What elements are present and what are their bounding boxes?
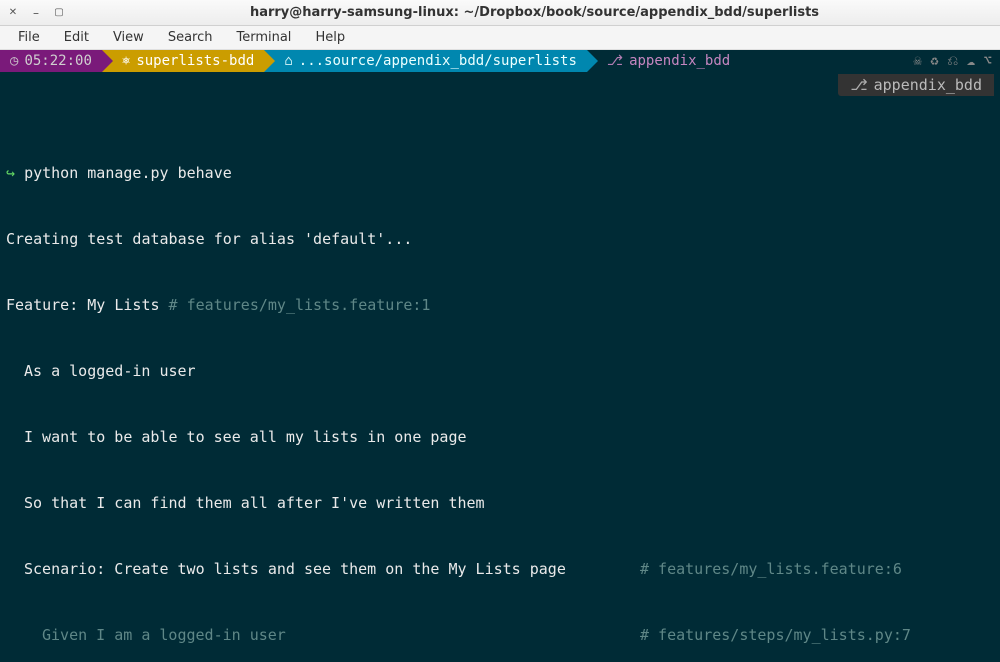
powerline-status-icons: ☠ ♻ ⎌ ☁ ⌥ <box>893 50 1000 72</box>
branch-name: appendix_bdd <box>629 53 730 69</box>
menu-view[interactable]: View <box>101 28 156 47</box>
given-pending-comment: # features/steps/my_lists.py:7 <box>640 624 911 646</box>
command-line: python manage.py behave <box>24 164 232 182</box>
env-name: superlists-bdd <box>136 53 254 69</box>
terminal-output[interactable]: ⎇ appendix_bdd ↪ python manage.py behave… <box>0 72 1000 662</box>
creating-db-line: Creating test database for alias 'defaul… <box>6 228 994 250</box>
window-titlebar: ✕ – ▢ harry@harry-samsung-linux: ~/Dropb… <box>0 0 1000 26</box>
feature-desc-2: I want to be able to see all my lists in… <box>6 426 467 448</box>
window-title: harry@harry-samsung-linux: ~/Dropbox/boo… <box>75 5 994 20</box>
powerline-time: ◷ 05:22:00 <box>0 50 102 72</box>
path-value: ...source/appendix_bdd/superlists <box>299 53 577 69</box>
scenario-header: Scenario: Create two lists and see them … <box>6 558 566 580</box>
env-icon: ⎈ <box>122 53 130 69</box>
feature-header: Feature: My Lists <box>6 296 160 314</box>
prompt-icon: ↪ <box>6 164 15 182</box>
maximize-icon[interactable]: ▢ <box>52 6 66 20</box>
clock-icon: ◷ <box>10 53 18 69</box>
powerline-spacer <box>740 50 893 72</box>
powerline-path: ⌂ ...source/appendix_bdd/superlists <box>264 50 587 72</box>
powerline-branch: ⎇ appendix_bdd <box>587 50 740 72</box>
close-icon[interactable]: ✕ <box>6 6 20 20</box>
branch-icon: ⎇ <box>607 53 623 69</box>
feature-desc-3: So that I can find them all after I've w… <box>6 492 485 514</box>
branch-icon: ⎇ <box>850 74 867 96</box>
menu-search[interactable]: Search <box>156 28 225 47</box>
powerline-bar: ◷ 05:22:00 ⎈ superlists-bdd ⌂ ...source/… <box>0 50 1000 72</box>
feature-desc-1: As a logged-in user <box>6 360 196 382</box>
minimize-icon[interactable]: – <box>29 6 43 20</box>
menu-edit[interactable]: Edit <box>52 28 101 47</box>
time-value: 05:22:00 <box>24 53 91 69</box>
menu-terminal[interactable]: Terminal <box>224 28 303 47</box>
menu-file[interactable]: File <box>6 28 52 47</box>
home-icon: ⌂ <box>284 53 292 69</box>
status-branch-label: appendix_bdd <box>874 74 982 96</box>
powerline-virtualenv: ⎈ superlists-bdd <box>102 50 264 72</box>
scenario-comment: # features/my_lists.feature:6 <box>640 558 902 580</box>
terminal-status-right: ⎇ appendix_bdd <box>838 74 994 96</box>
given-pending: Given I am a logged-in user <box>6 624 286 646</box>
menu-bar: File Edit View Search Terminal Help <box>0 26 1000 50</box>
menu-help[interactable]: Help <box>303 28 357 47</box>
feature-comment: # features/my_lists.feature:1 <box>160 296 431 314</box>
